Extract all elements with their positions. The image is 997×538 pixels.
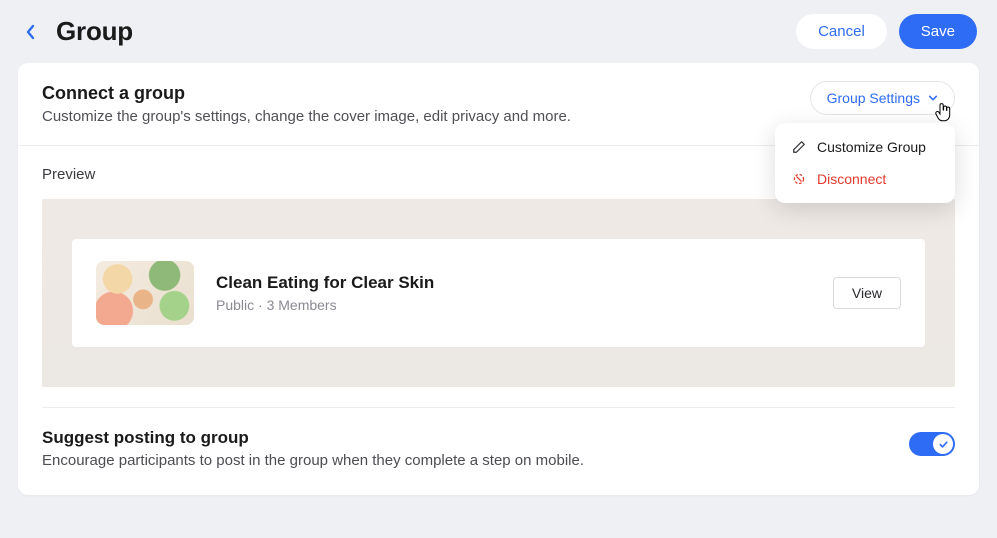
check-icon [938, 439, 949, 450]
group-meta: Public · 3 Members [216, 297, 811, 313]
settings-card: Connect a group Customize the group's se… [18, 63, 979, 495]
group-settings-dropdown: Customize Group Disconnect [775, 123, 955, 203]
group-info: Clean Eating for Clear Skin Public · 3 M… [216, 273, 811, 313]
page-title: Group [56, 16, 796, 47]
group-cover-image [96, 261, 194, 325]
preview-area: Clean Eating for Clear Skin Public · 3 M… [42, 199, 955, 387]
group-preview-card: Clean Eating for Clear Skin Public · 3 M… [72, 239, 925, 347]
suggest-posting-section: Suggest posting to group Encourage parti… [18, 408, 979, 495]
group-settings-button[interactable]: Group Settings [810, 81, 955, 115]
dropdown-disconnect[interactable]: Disconnect [775, 163, 955, 195]
pencil-icon [791, 139, 807, 155]
dropdown-disconnect-label: Disconnect [817, 171, 886, 187]
chevron-left-icon [25, 24, 37, 40]
cancel-button[interactable]: Cancel [796, 14, 887, 49]
group-settings-label: Group Settings [827, 90, 920, 106]
toggle-knob [933, 434, 953, 454]
suggest-subtext: Encourage participants to post in the gr… [42, 452, 889, 469]
dropdown-customize-label: Customize Group [817, 139, 926, 155]
group-name: Clean Eating for Clear Skin [216, 273, 811, 293]
suggest-heading: Suggest posting to group [42, 428, 889, 448]
back-button[interactable] [20, 21, 42, 43]
dropdown-customize-group[interactable]: Customize Group [775, 131, 955, 163]
save-button[interactable]: Save [899, 14, 977, 49]
chevron-down-icon [928, 93, 938, 103]
connect-group-section: Connect a group Customize the group's se… [18, 63, 979, 146]
disconnect-icon [791, 171, 807, 187]
view-group-button[interactable]: View [833, 277, 901, 309]
suggest-posting-toggle[interactable] [909, 432, 955, 456]
